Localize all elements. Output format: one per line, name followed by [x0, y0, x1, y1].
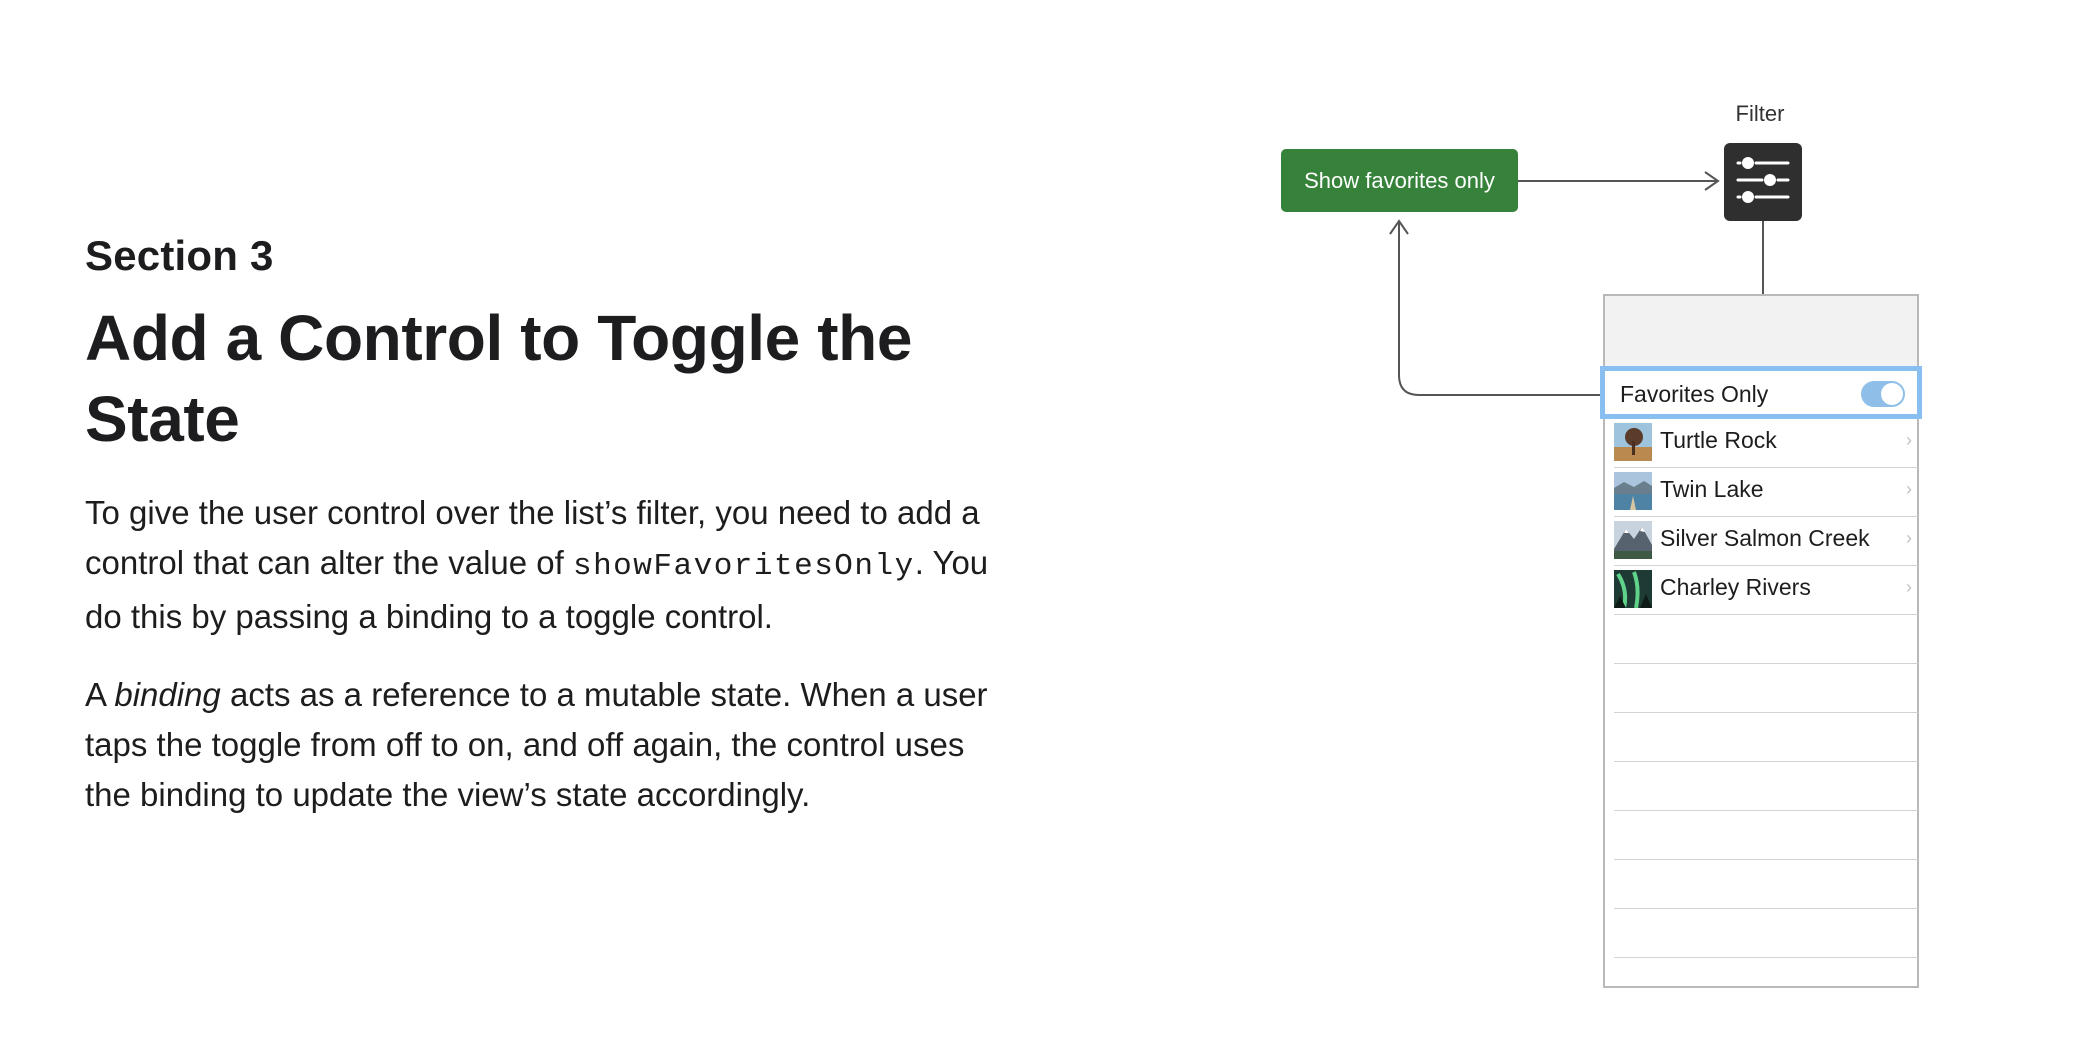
- chevron-right-icon: ›: [1906, 577, 1912, 597]
- empty-list-row: [1614, 909, 1918, 958]
- twin-lake-thumbnail: [1614, 472, 1652, 510]
- list-item[interactable]: Turtle Rock ›: [1614, 419, 1918, 468]
- landmark-name: Turtle Rock: [1660, 427, 1777, 453]
- show-favorites-only-button[interactable]: Show favorites only: [1281, 149, 1518, 212]
- toggle-to-button-line: [1398, 222, 1600, 396]
- favorites-only-toggle[interactable]: [1861, 381, 1905, 407]
- filter-sliders-icon[interactable]: [1724, 143, 1802, 221]
- empty-list-row: [1614, 762, 1918, 811]
- empty-list-row: [1614, 713, 1918, 762]
- filter-label: Filter: [1735, 101, 1785, 126]
- chevron-right-icon: ›: [1906, 528, 1912, 548]
- list-item[interactable]: Charley Rivers ›: [1614, 566, 1918, 615]
- list-item[interactable]: Twin Lake ›: [1614, 468, 1918, 517]
- chevron-right-icon: ›: [1906, 479, 1912, 499]
- favorites-only-toggle-row[interactable]: Favorites Only: [1600, 366, 1922, 419]
- empty-list-row: [1614, 664, 1918, 713]
- navigation-bar: [1605, 296, 1917, 366]
- sliders-icon: [1736, 157, 1790, 203]
- charley-rivers-thumbnail: [1614, 570, 1652, 608]
- silver-salmon-creek-thumbnail: [1614, 521, 1652, 559]
- binding-diagram: Show favorites only Filter Favorites Onl…: [0, 0, 2080, 1062]
- favorites-only-label: Favorites Only: [1620, 381, 1769, 407]
- empty-list-row: [1614, 615, 1918, 664]
- landmark-name: Charley Rivers: [1660, 574, 1811, 600]
- empty-list-row: [1614, 811, 1918, 860]
- empty-list-row: [1614, 860, 1918, 909]
- landmark-name: Twin Lake: [1660, 476, 1764, 502]
- landmark-list: Turtle Rock › Twin Lake › Silver Salmon …: [1614, 419, 1918, 958]
- landmark-name: Silver Salmon Creek: [1660, 525, 1870, 551]
- turtle-rock-thumbnail: [1614, 423, 1652, 461]
- chevron-right-icon: ›: [1906, 430, 1912, 450]
- list-item[interactable]: Silver Salmon Creek ›: [1614, 517, 1918, 566]
- toggle-knob: [1881, 383, 1903, 405]
